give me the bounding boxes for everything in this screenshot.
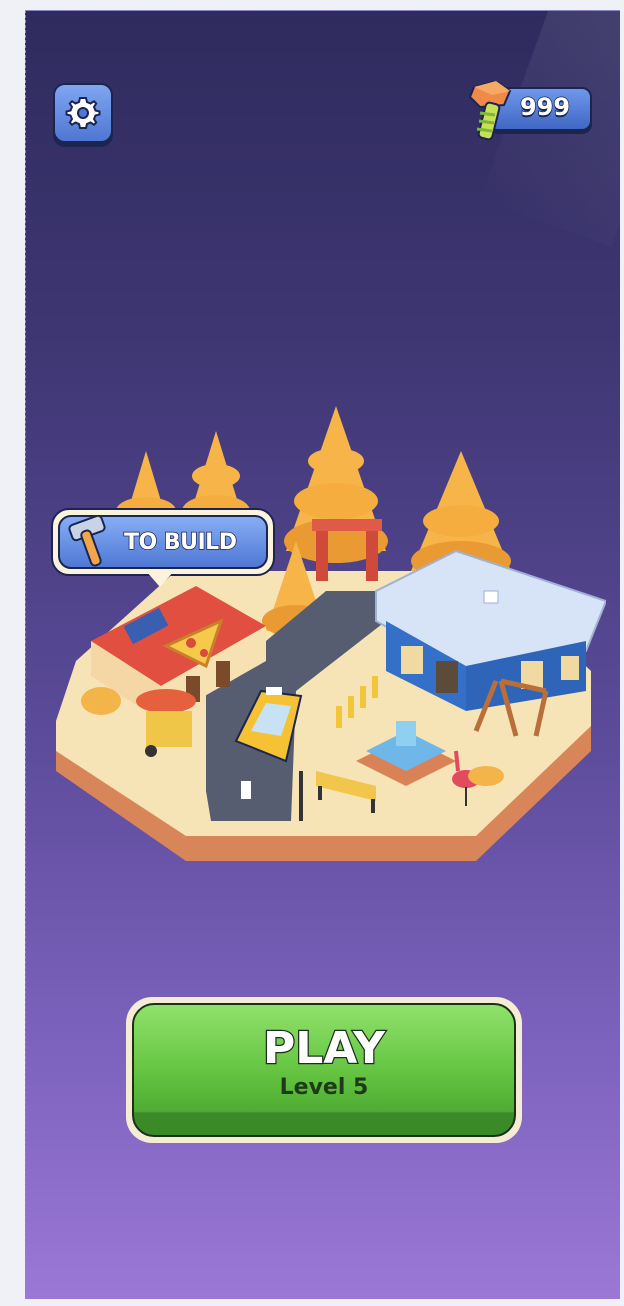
to-build-bubble[interactable]: TO BUILD xyxy=(51,508,275,576)
bush xyxy=(81,687,121,715)
bolt-icon xyxy=(468,81,512,141)
level-label: Level 5 xyxy=(279,1074,369,1100)
play-title: PLAY xyxy=(262,1022,387,1074)
gear-icon xyxy=(65,97,101,129)
game-screen: 999 TO BUILD PLAY Level 5 xyxy=(25,10,620,1299)
settings-button[interactable] xyxy=(53,83,113,143)
to-build-button[interactable]: TO BUILD xyxy=(58,515,268,569)
play-button[interactable]: PLAY Level 5 xyxy=(132,1003,516,1137)
hammer-icon xyxy=(68,516,106,567)
currency-counter[interactable]: 999 xyxy=(466,81,594,141)
bush xyxy=(468,766,504,786)
to-build-label: TO BUILD xyxy=(123,529,237,556)
play-button-frame: PLAY Level 5 xyxy=(126,997,522,1143)
bubble-tail xyxy=(146,571,174,587)
island-scene[interactable] xyxy=(46,391,606,881)
